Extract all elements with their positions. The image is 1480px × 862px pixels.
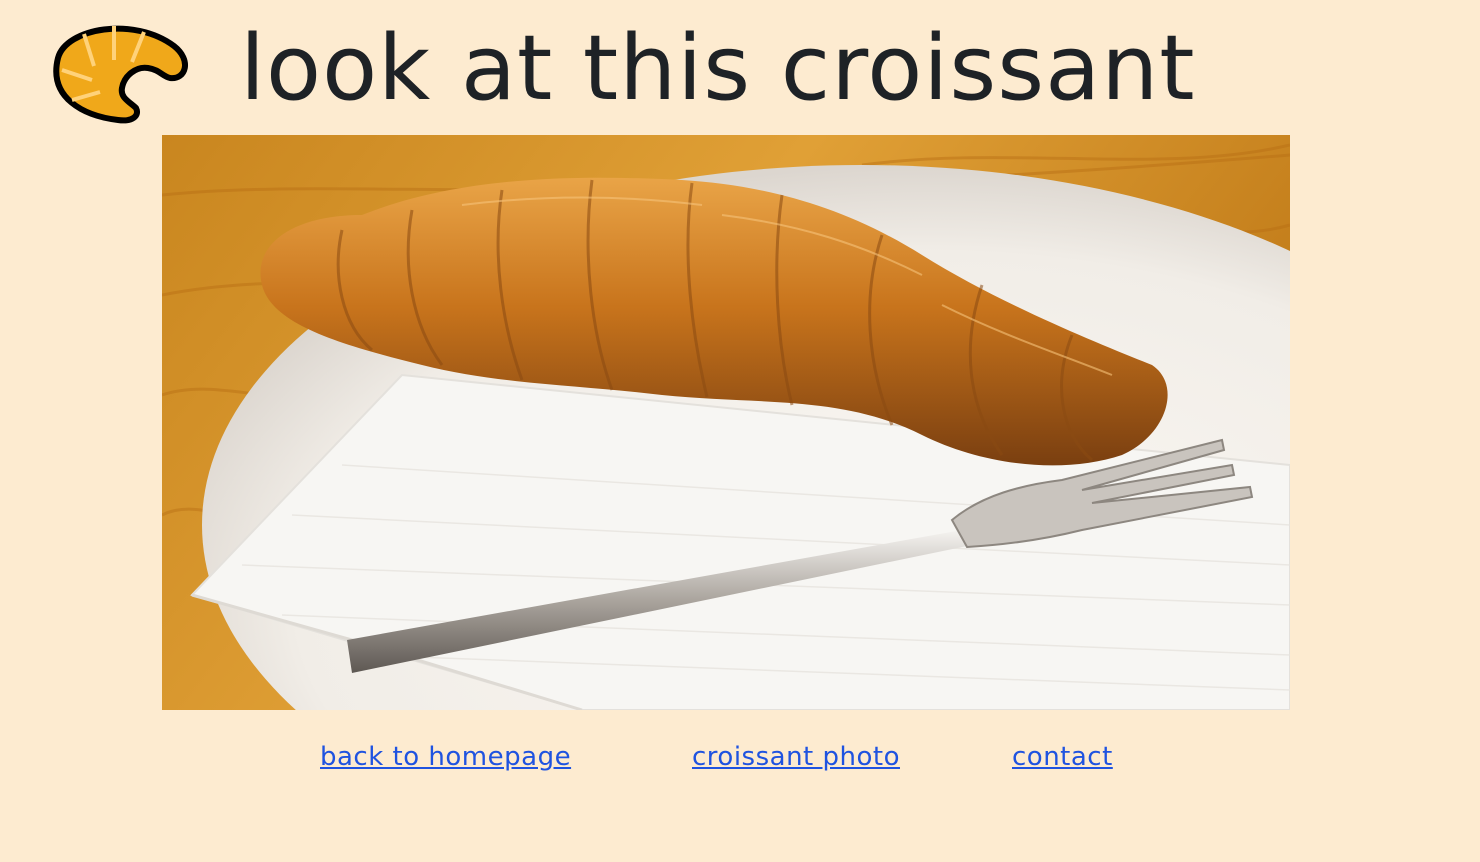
croissant-photo-link[interactable]: croissant photo (692, 737, 900, 777)
contact-link[interactable]: contact (1012, 737, 1113, 777)
footer-nav: back to homepage croissant photo contact (0, 737, 1480, 777)
page-title: look at this croissant (240, 16, 1196, 121)
croissant-photo (162, 135, 1290, 710)
back-to-homepage-link[interactable]: back to homepage (320, 737, 571, 777)
croissant-icon (53, 25, 188, 124)
page-header: look at this croissant (0, 0, 1480, 130)
